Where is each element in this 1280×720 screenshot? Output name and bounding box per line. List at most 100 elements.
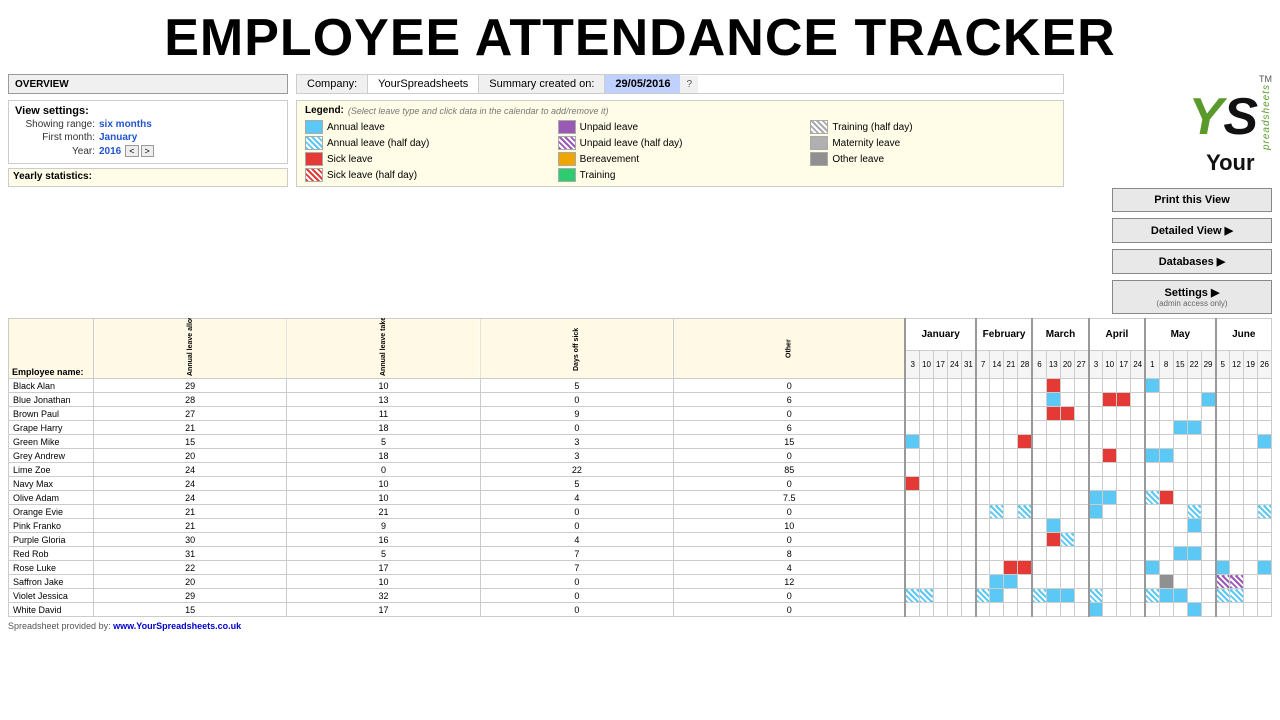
day-cell[interactable]	[933, 491, 947, 505]
day-cell[interactable]	[1216, 463, 1230, 477]
day-cell[interactable]	[1131, 533, 1145, 547]
day-cell[interactable]	[1244, 449, 1258, 463]
day-cell[interactable]	[976, 407, 990, 421]
day-cell[interactable]	[990, 477, 1004, 491]
day-cell[interactable]	[1117, 561, 1131, 575]
day-cell[interactable]	[1117, 533, 1131, 547]
day-cell[interactable]	[919, 575, 933, 589]
day-cell[interactable]	[1173, 421, 1187, 435]
day-cell[interactable]	[1046, 533, 1060, 547]
day-cell[interactable]	[905, 589, 919, 603]
day-cell[interactable]	[1201, 575, 1215, 589]
print-button[interactable]: Print this View	[1112, 188, 1272, 212]
day-cell[interactable]	[947, 435, 961, 449]
day-cell[interactable]	[1117, 379, 1131, 393]
day-cell[interactable]	[1145, 547, 1159, 561]
day-cell[interactable]	[1117, 603, 1131, 617]
day-cell[interactable]	[1230, 407, 1244, 421]
day-cell[interactable]	[1103, 547, 1117, 561]
day-cell[interactable]	[1159, 449, 1173, 463]
day-cell[interactable]	[1103, 589, 1117, 603]
day-cell[interactable]	[1131, 393, 1145, 407]
day-cell[interactable]	[905, 575, 919, 589]
day-cell[interactable]	[1060, 449, 1074, 463]
day-cell[interactable]	[1187, 379, 1201, 393]
day-cell[interactable]	[1131, 379, 1145, 393]
day-cell[interactable]	[990, 491, 1004, 505]
day-cell[interactable]	[1173, 575, 1187, 589]
day-cell[interactable]	[1018, 505, 1032, 519]
day-cell[interactable]	[976, 505, 990, 519]
day-cell[interactable]	[947, 379, 961, 393]
day-cell[interactable]	[1018, 449, 1032, 463]
day-cell[interactable]	[1089, 561, 1103, 575]
day-cell[interactable]	[961, 575, 975, 589]
day-cell[interactable]	[1230, 533, 1244, 547]
day-cell[interactable]	[1018, 379, 1032, 393]
day-cell[interactable]	[1173, 477, 1187, 491]
day-cell[interactable]	[1074, 519, 1088, 533]
day-cell[interactable]	[1230, 589, 1244, 603]
day-cell[interactable]	[1244, 505, 1258, 519]
day-cell[interactable]	[990, 449, 1004, 463]
day-cell[interactable]	[1131, 477, 1145, 491]
day-cell[interactable]	[1187, 547, 1201, 561]
day-cell[interactable]	[1046, 491, 1060, 505]
day-cell[interactable]	[1230, 449, 1244, 463]
day-cell[interactable]	[1201, 589, 1215, 603]
day-cell[interactable]	[990, 435, 1004, 449]
day-cell[interactable]	[947, 603, 961, 617]
day-cell[interactable]	[1117, 491, 1131, 505]
day-cell[interactable]	[1145, 407, 1159, 421]
day-cell[interactable]	[1060, 533, 1074, 547]
day-cell[interactable]	[1187, 407, 1201, 421]
day-cell[interactable]	[1145, 519, 1159, 533]
day-cell[interactable]	[933, 407, 947, 421]
day-cell[interactable]	[1046, 449, 1060, 463]
day-cell[interactable]	[1046, 547, 1060, 561]
day-cell[interactable]	[1201, 435, 1215, 449]
day-cell[interactable]	[1145, 477, 1159, 491]
day-cell[interactable]	[1103, 533, 1117, 547]
day-cell[interactable]	[1216, 435, 1230, 449]
day-cell[interactable]	[1089, 393, 1103, 407]
day-cell[interactable]	[1258, 407, 1272, 421]
day-cell[interactable]	[1074, 589, 1088, 603]
day-cell[interactable]	[1187, 505, 1201, 519]
day-cell[interactable]	[933, 477, 947, 491]
day-cell[interactable]	[1159, 575, 1173, 589]
day-cell[interactable]	[1046, 519, 1060, 533]
day-cell[interactable]	[1216, 449, 1230, 463]
day-cell[interactable]	[1159, 435, 1173, 449]
day-cell[interactable]	[1074, 407, 1088, 421]
day-cell[interactable]	[1004, 575, 1018, 589]
day-cell[interactable]	[1201, 393, 1215, 407]
day-cell[interactable]	[1032, 603, 1046, 617]
day-cell[interactable]	[1230, 603, 1244, 617]
day-cell[interactable]	[933, 547, 947, 561]
day-cell[interactable]	[1046, 393, 1060, 407]
day-cell[interactable]	[905, 547, 919, 561]
day-cell[interactable]	[961, 463, 975, 477]
day-cell[interactable]	[1201, 505, 1215, 519]
day-cell[interactable]	[1201, 491, 1215, 505]
day-cell[interactable]	[947, 547, 961, 561]
day-cell[interactable]	[1018, 435, 1032, 449]
day-cell[interactable]	[976, 547, 990, 561]
detailed-view-button[interactable]: Detailed View ▶	[1112, 218, 1272, 243]
day-cell[interactable]	[1060, 407, 1074, 421]
databases-button[interactable]: Databases ▶	[1112, 249, 1272, 274]
day-cell[interactable]	[905, 449, 919, 463]
day-cell[interactable]	[933, 519, 947, 533]
day-cell[interactable]	[1074, 463, 1088, 477]
day-cell[interactable]	[1089, 603, 1103, 617]
day-cell[interactable]	[905, 421, 919, 435]
day-cell[interactable]	[1145, 533, 1159, 547]
day-cell[interactable]	[1159, 505, 1173, 519]
day-cell[interactable]	[961, 449, 975, 463]
day-cell[interactable]	[1173, 533, 1187, 547]
day-cell[interactable]	[1258, 575, 1272, 589]
day-cell[interactable]	[1117, 547, 1131, 561]
day-cell[interactable]	[1018, 589, 1032, 603]
day-cell[interactable]	[1117, 575, 1131, 589]
